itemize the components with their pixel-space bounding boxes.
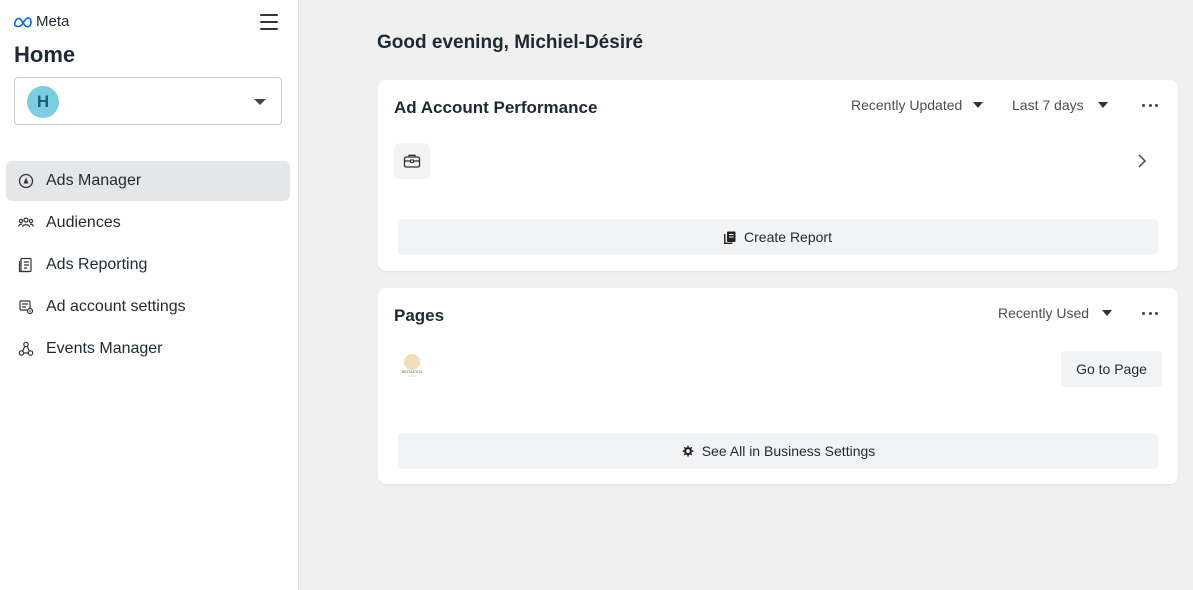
brand-name: Meta: [36, 13, 70, 30]
sidebar-item-label: Ads Manager: [46, 172, 142, 189]
ad-account-settings-icon: [17, 298, 35, 316]
sidebar-item-label: Ad account settings: [46, 298, 186, 315]
sidebar-item-ads-manager[interactable]: Ads Manager: [6, 161, 290, 201]
gear-icon: [682, 445, 694, 457]
page-logo: BRITANNIA: [402, 354, 423, 377]
chevron-down-icon: [254, 99, 266, 105]
menu-icon[interactable]: [260, 14, 280, 31]
sidebar-item-ad-account-settings[interactable]: Ad account settings: [6, 287, 290, 327]
pages-sort-dropdown[interactable]: Recently Used: [998, 305, 1113, 321]
sidebar-item-ads-reporting[interactable]: Ads Reporting: [6, 245, 290, 285]
ad-account-icon[interactable]: [394, 143, 430, 179]
caret-down-icon: [973, 102, 984, 108]
sort-label: Recently Updated: [851, 97, 963, 113]
ad-account-performance-card: Ad Account Performance Recently Updated …: [378, 80, 1178, 271]
card-title: Pages: [394, 306, 445, 325]
ads-manager-icon: [17, 172, 35, 190]
audiences-icon: [17, 214, 35, 232]
greeting: Good evening, Michiel-Désiré: [377, 32, 644, 53]
meta-logo-icon: [14, 16, 32, 27]
svg-text:BRITANNIA: BRITANNIA: [402, 370, 423, 374]
go-to-page-button[interactable]: Go to Page: [1061, 351, 1162, 387]
sidebar-item-audiences[interactable]: Audiences: [6, 203, 290, 243]
see-all-business-settings-button[interactable]: See All in Business Settings: [398, 433, 1158, 469]
date-range-label: Last 7 days: [1012, 97, 1084, 113]
caret-down-icon: [1097, 102, 1108, 108]
sort-label: Recently Used: [998, 305, 1090, 321]
create-report-button[interactable]: Create Report: [398, 219, 1158, 255]
sidebar-nav: Ads Manager Audiences Ads Reporting Ad a…: [6, 161, 290, 371]
sidebar-item-label: Ads Reporting: [46, 256, 148, 273]
sidebar: Meta Home H Ads Manager Audiences Ads Re…: [0, 0, 299, 590]
sidebar-item-label: Audiences: [46, 214, 121, 231]
card-title: Ad Account Performance: [394, 98, 598, 117]
sort-dropdown[interactable]: Recently Updated: [851, 97, 984, 113]
events-manager-icon: [17, 340, 35, 358]
create-report-label: Create Report: [744, 229, 832, 245]
more-options-icon[interactable]: [1142, 305, 1158, 321]
page-thumbnail[interactable]: BRITANNIA: [396, 350, 428, 382]
ads-reporting-icon: [17, 256, 35, 274]
account-selector[interactable]: H: [14, 77, 282, 125]
report-icon: [724, 231, 736, 244]
caret-down-icon: [1102, 310, 1113, 316]
page-title: Home: [14, 42, 76, 67]
briefcase-icon: [403, 154, 421, 168]
sidebar-item-label: Events Manager: [46, 340, 163, 357]
sidebar-item-events-manager[interactable]: Events Manager: [6, 329, 290, 369]
date-range-dropdown[interactable]: Last 7 days: [1012, 97, 1108, 113]
see-all-label: See All in Business Settings: [701, 443, 876, 459]
more-options-icon[interactable]: [1142, 97, 1158, 113]
pages-card: Pages Recently Used BRITANNIA Go to Page…: [378, 288, 1178, 484]
meta-brand[interactable]: Meta: [14, 13, 69, 30]
avatar: H: [27, 86, 59, 118]
chevron-right-icon[interactable]: [1136, 153, 1148, 169]
